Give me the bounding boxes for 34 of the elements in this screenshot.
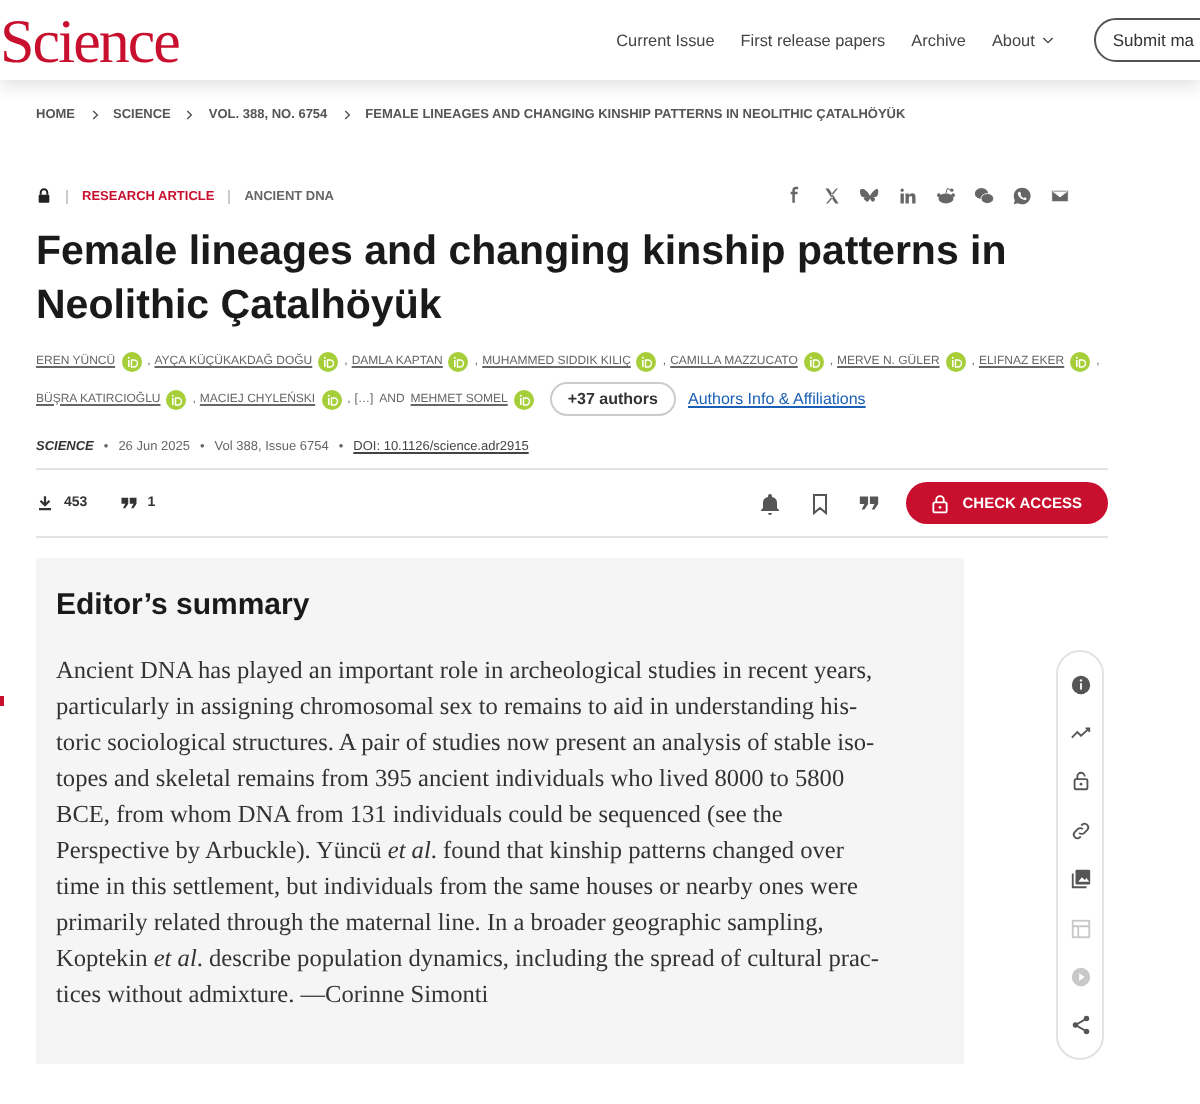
whatsapp-icon[interactable] xyxy=(1012,186,1032,206)
nav-link[interactable]: Archive xyxy=(911,31,966,49)
reddit-icon[interactable] xyxy=(936,186,956,206)
progress-marker xyxy=(0,696,4,706)
article-title: Female lineages and changing kinship patterns in Neolithic Çatalhöyük xyxy=(36,226,1009,332)
logo[interactable]: Science xyxy=(0,9,179,71)
share-icon[interactable] xyxy=(1069,1014,1091,1037)
bluesky-icon[interactable] xyxy=(860,186,880,206)
nav-link[interactable]: About xyxy=(991,31,1057,49)
nav-link[interactable]: First release papers xyxy=(740,31,886,49)
download-icon xyxy=(36,494,54,512)
chevron-right-icon xyxy=(339,108,354,122)
bell-icon[interactable] xyxy=(758,491,783,515)
chevron-right-icon xyxy=(182,108,197,122)
bookmark-icon[interactable] xyxy=(808,491,833,515)
chevron-right-icon xyxy=(87,108,101,122)
info-icon[interactable] xyxy=(1069,673,1091,696)
nav-link[interactable]: Current Issue xyxy=(616,31,715,49)
affiliations-link[interactable]: Authors Info & Affiliations xyxy=(688,390,866,408)
chevron-down-icon xyxy=(1040,32,1057,48)
link-icon[interactable] xyxy=(1069,819,1091,842)
more-authors-button[interactable]: +37 authors xyxy=(549,382,676,416)
x-icon[interactable] xyxy=(822,186,842,206)
summary-heading: Editor’s summary xyxy=(56,588,312,622)
summary-paragraph: Ancient DNA has played an important role in archeological studies in recent years, particularly in assigning chromosomal sex to remains to aid in understanding his- toric sociological structures. A pair of studies now present an analysis of stable iso- topes and skeletal remains from 395 ancient individuals who lived 8000 to 5800 BCE, from whom DNA from 131 individuals could be sequenced (see the Perspective by Arbuckle). Yüncü et al. found that kinship patterns changed over time in this settlement, but individuals from the same houses or nearby ones were primarily related through the maternal line. In a broader geographic sampling, Koptekin et al. describe population dynamics, including the spread of cultural prac- tices without admixture. —Corinne Simonti xyxy=(56,654,881,1012)
email-icon[interactable] xyxy=(1050,186,1070,206)
quote-icon xyxy=(119,494,138,512)
quote-icon[interactable] xyxy=(858,492,881,514)
unlocked-padlock-icon[interactable] xyxy=(1069,770,1091,793)
wechat-icon[interactable] xyxy=(974,186,994,206)
padlock-icon xyxy=(930,493,951,513)
image-gallery-icon[interactable] xyxy=(1069,868,1091,891)
submit-button[interactable]: Submit ma xyxy=(1094,18,1200,62)
linkedin-icon[interactable] xyxy=(898,186,918,206)
